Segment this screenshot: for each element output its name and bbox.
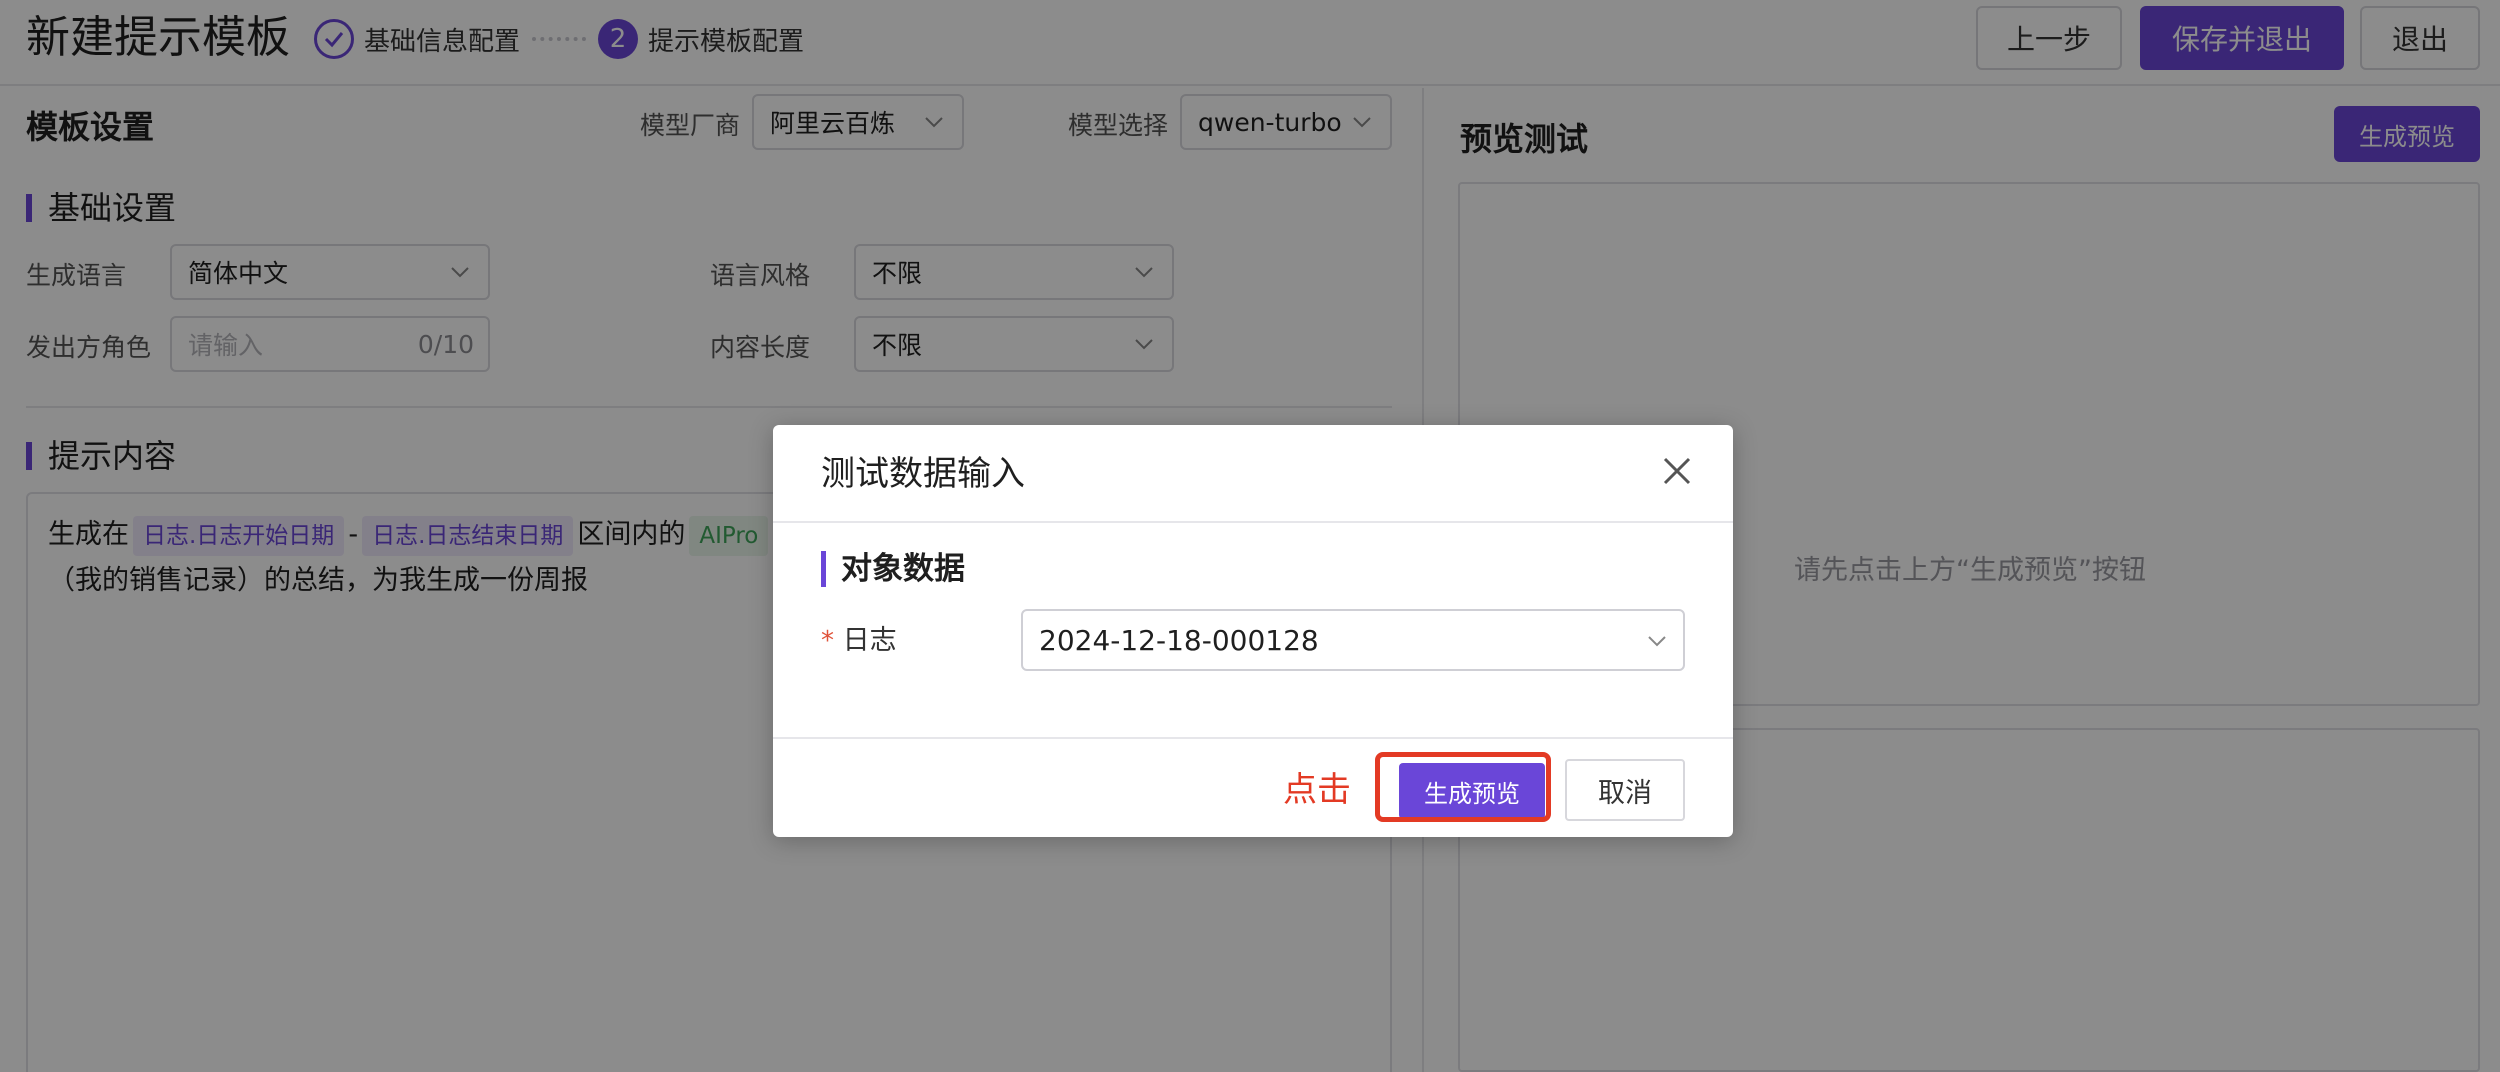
- modal-title: 测试数据输入: [821, 454, 1025, 494]
- modal-cancel-button[interactable]: 取消: [1565, 759, 1685, 821]
- close-icon[interactable]: [1657, 451, 1697, 491]
- object-data-title: 对象数据: [821, 549, 965, 589]
- click-highlight-box: [1375, 752, 1551, 822]
- log-label-text: 日志: [842, 625, 897, 656]
- modal-header-divider: [773, 521, 1733, 523]
- log-label: * 日志: [821, 621, 897, 661]
- chevron-down-icon: [1648, 636, 1666, 647]
- modal-footer-divider: [773, 737, 1733, 739]
- log-value: 2024-12-18-000128: [1039, 623, 1319, 657]
- required-mark: *: [821, 626, 834, 656]
- click-hint-annotation: 点击: [1283, 770, 1351, 810]
- test-data-modal: 测试数据输入 对象数据 * 日志 2024-12-18-000128 点击 生成…: [773, 425, 1733, 837]
- log-select[interactable]: 2024-12-18-000128: [1021, 609, 1685, 671]
